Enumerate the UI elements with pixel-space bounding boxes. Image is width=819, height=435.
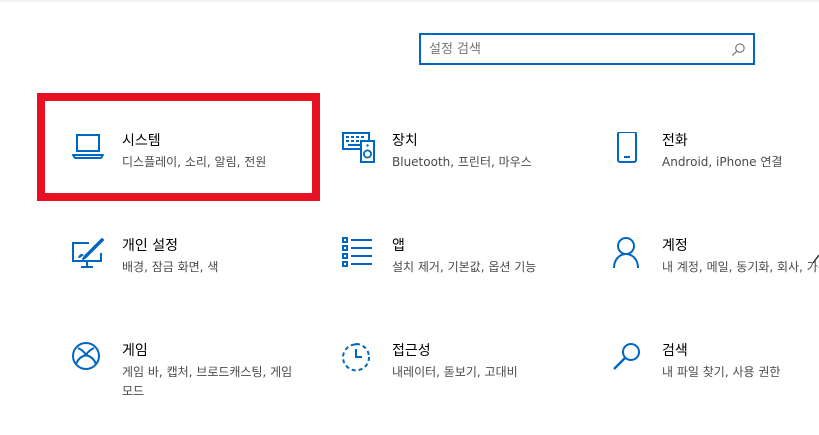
account-person-icon [613,237,639,269]
settings-search-box[interactable] [419,33,755,65]
tile-title: 접근성 [392,343,431,359]
top-divider [0,0,819,2]
tile-description: 설치 제거, 기본값, 옵션 기능 [392,260,537,274]
tile-description: 내 계정, 메일, 동기화, 회사, 가족 [662,260,819,274]
tile-title: 계정 [662,238,688,254]
laptop-icon [72,134,104,159]
tile-title: 개인 설정 [122,238,178,254]
tile-accounts[interactable]: 계정 내 계정, 메일, 동기화, 회사, 가족 [612,237,819,307]
tile-title: 앱 [392,238,405,254]
search-input[interactable] [429,35,719,63]
tile-apps[interactable]: 앱 설치 제거, 기본값, 옵션 기능 [342,237,592,307]
tile-title: 검색 [662,343,688,359]
tile-gaming[interactable]: 게임 게임 바, 캡처, 브로드캐스팅, 게임 모드 [72,342,322,412]
tile-description: 게임 바, 캡처, 브로드캐스팅, 게임 모드 [122,365,293,398]
devices-icon [342,132,375,163]
tile-description: 내레이터, 돋보기, 고대비 [392,365,518,379]
tile-ease-of-access[interactable]: 접근성 내레이터, 돋보기, 고대비 [342,342,592,412]
settings-home: 시스템 디스플레이, 소리, 알림, 전원 장치 Bluetooth, 프린터,… [0,0,819,435]
tile-description: Android, iPhone 연결 [662,155,783,169]
scroll-hint-icon[interactable] [813,253,819,273]
tile-title: 장치 [392,133,418,149]
tile-system[interactable]: 시스템 디스플레이, 소리, 알림, 전원 [72,132,322,202]
xbox-icon [72,342,100,370]
search-magnifier-icon [613,343,640,370]
personalization-icon [72,238,104,268]
search-icon[interactable] [731,42,746,57]
tile-title: 게임 [122,343,148,359]
phone-icon [617,132,637,163]
tile-personalization[interactable]: 개인 설정 배경, 잠금 화면, 색 [72,237,322,307]
tile-search[interactable]: 검색 내 파일 찾기, 사용 권한 [612,342,819,412]
tile-title: 전화 [662,133,688,149]
tile-title: 시스템 [122,133,161,149]
tile-description: 디스플레이, 소리, 알림, 전원 [122,155,267,169]
tile-description: Bluetooth, 프린터, 마우스 [392,155,532,169]
tile-description: 배경, 잠금 화면, 색 [122,260,219,274]
tile-devices[interactable]: 장치 Bluetooth, 프린터, 마우스 [342,132,592,202]
tile-phone[interactable]: 전화 Android, iPhone 연결 [612,132,819,202]
ease-of-access-icon [342,343,371,372]
apps-list-icon [342,237,372,267]
tile-description: 내 파일 찾기, 사용 권한 [662,365,781,379]
